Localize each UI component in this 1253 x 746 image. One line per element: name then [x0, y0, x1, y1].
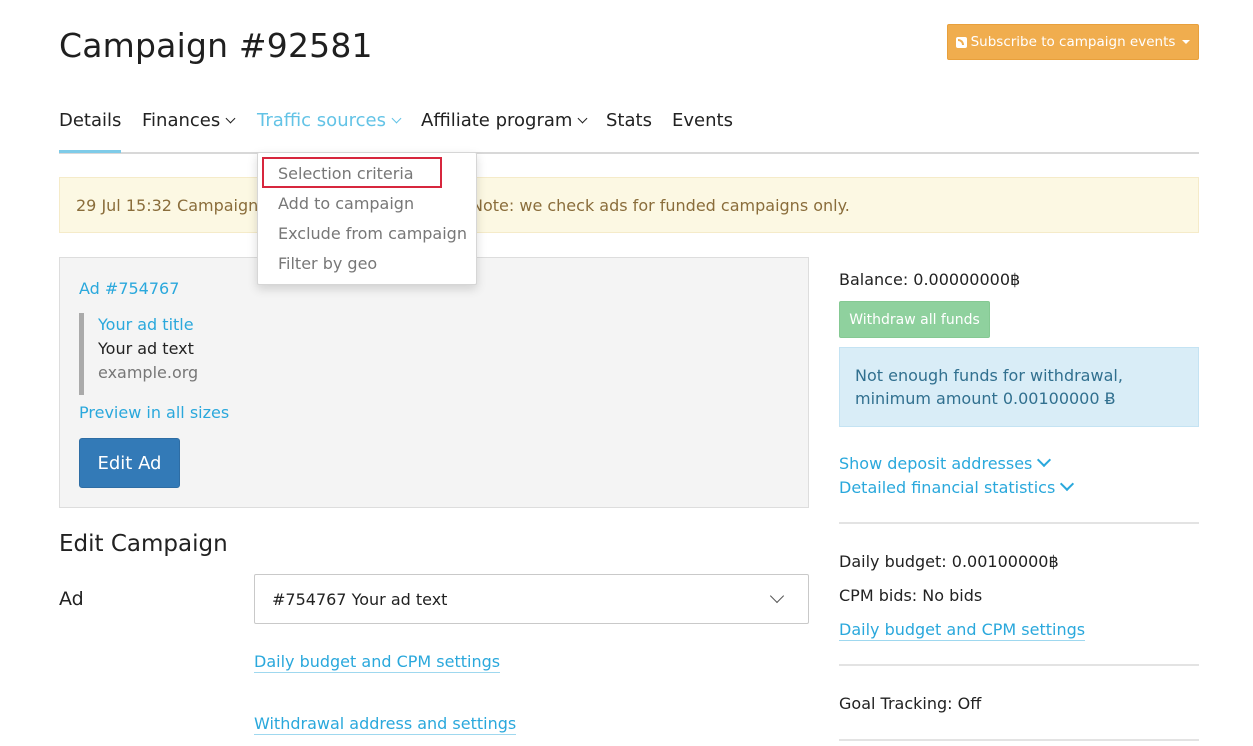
chevron-down-icon [1037, 452, 1052, 468]
tab-label: Events [672, 110, 733, 131]
divider [839, 522, 1199, 524]
ad-preview: Your ad title Your ad text example.org [79, 313, 198, 395]
divider [839, 664, 1199, 666]
chevron-down-icon [577, 113, 588, 124]
ad-select[interactable]: #754767 Your ad text [254, 574, 809, 624]
withdraw-all-funds-button[interactable]: Withdraw all funds [839, 301, 990, 338]
ad-id-link[interactable]: Ad #754767 [79, 279, 179, 298]
menu-item-exclude-from-campaign[interactable]: Exclude from campaign [278, 224, 467, 243]
tab-traffic-sources[interactable]: Traffic sources [257, 110, 402, 152]
tab-label: Stats [606, 110, 652, 131]
daily-budget-cpm-link[interactable]: Daily budget and CPM settings [254, 652, 501, 673]
ad-text: Your ad text [98, 339, 194, 358]
tab-label: Details [59, 110, 122, 131]
alert-text-end: Note: we check ads for funded campaigns … [471, 196, 850, 215]
tab-stats[interactable]: Stats [606, 110, 652, 152]
edit-campaign-heading: Edit Campaign [59, 531, 228, 557]
alert-banner: 29 Jul 15:32 Campaign ad Note: we check … [59, 177, 1199, 233]
edit-ad-button[interactable]: Edit Ad [79, 438, 180, 488]
menu-item-add-to-campaign[interactable]: Add to campaign [278, 194, 414, 213]
daily-budget-cpm-settings-link[interactable]: Daily budget and CPM settings [839, 620, 1086, 641]
tab-label: Finances [142, 110, 221, 131]
tab-label: Affiliate program [421, 110, 573, 131]
divider [839, 739, 1199, 741]
detailed-financial-statistics-link[interactable]: Detailed financial statistics [839, 476, 1075, 497]
withdrawal-info-text: Not enough funds for withdrawal, minimum… [855, 364, 1123, 410]
ad-title[interactable]: Your ad title [98, 313, 198, 337]
cpm-bids-text: CPM bids: No bids [839, 586, 983, 605]
withdrawal-info-box: Not enough funds for withdrawal, minimum… [839, 347, 1199, 427]
show-deposit-addresses-link[interactable]: Show deposit addresses [839, 452, 1052, 473]
subscribe-button[interactable]: Subscribe to campaign events [947, 24, 1199, 60]
goal-tracking-text: Goal Tracking: Off [839, 694, 982, 713]
menu-item-selection-criteria[interactable]: Selection criteria [278, 164, 414, 183]
tab-details[interactable]: Details [59, 110, 122, 153]
preview-all-sizes-link[interactable]: Preview in all sizes [79, 403, 229, 422]
chevron-down-icon [391, 113, 402, 124]
daily-budget-text: Daily budget: 0.00100000฿ [839, 552, 1059, 571]
campaign-nav: Details Finances Traffic sources Affilia… [59, 110, 1199, 154]
ad-field-label: Ad [59, 588, 84, 610]
alert-text: 29 Jul 15:32 Campaign ad Note: we check … [76, 196, 850, 215]
link-label: Detailed financial statistics [839, 478, 1056, 497]
chevron-down-icon [769, 588, 785, 604]
ad-select-value: #754767 Your ad text [272, 590, 448, 609]
page-title: Campaign #92581 [59, 26, 373, 65]
link-label: Show deposit addresses [839, 454, 1033, 473]
tab-finances[interactable]: Finances [142, 110, 236, 152]
withdrawal-settings-link[interactable]: Withdrawal address and settings [254, 714, 517, 735]
menu-item-filter-by-geo[interactable]: Filter by geo [278, 254, 377, 273]
tab-affiliate-program[interactable]: Affiliate program [421, 110, 588, 152]
info-line: Not enough funds for withdrawal, [855, 366, 1123, 385]
chevron-down-icon [1060, 476, 1075, 492]
info-line: minimum amount 0.00100000 Ƀ [855, 389, 1116, 408]
rss-icon [955, 36, 967, 48]
alert-text-start: 29 Jul 15:32 Campaign ad [76, 196, 284, 215]
traffic-sources-menu: Selection criteria Add to campaign Exclu… [257, 152, 477, 285]
ad-preview-panel: Ad #754767 Your ad title Your ad text ex… [59, 257, 809, 508]
tab-label: Traffic sources [257, 110, 386, 131]
tab-events[interactable]: Events [672, 110, 733, 152]
ad-domain: example.org [98, 363, 199, 382]
subscribe-label: Subscribe to campaign events [970, 34, 1176, 50]
caret-down-icon [1182, 40, 1191, 44]
balance-text: Balance: 0.00000000฿ [839, 270, 1021, 289]
chevron-down-icon [225, 113, 236, 124]
